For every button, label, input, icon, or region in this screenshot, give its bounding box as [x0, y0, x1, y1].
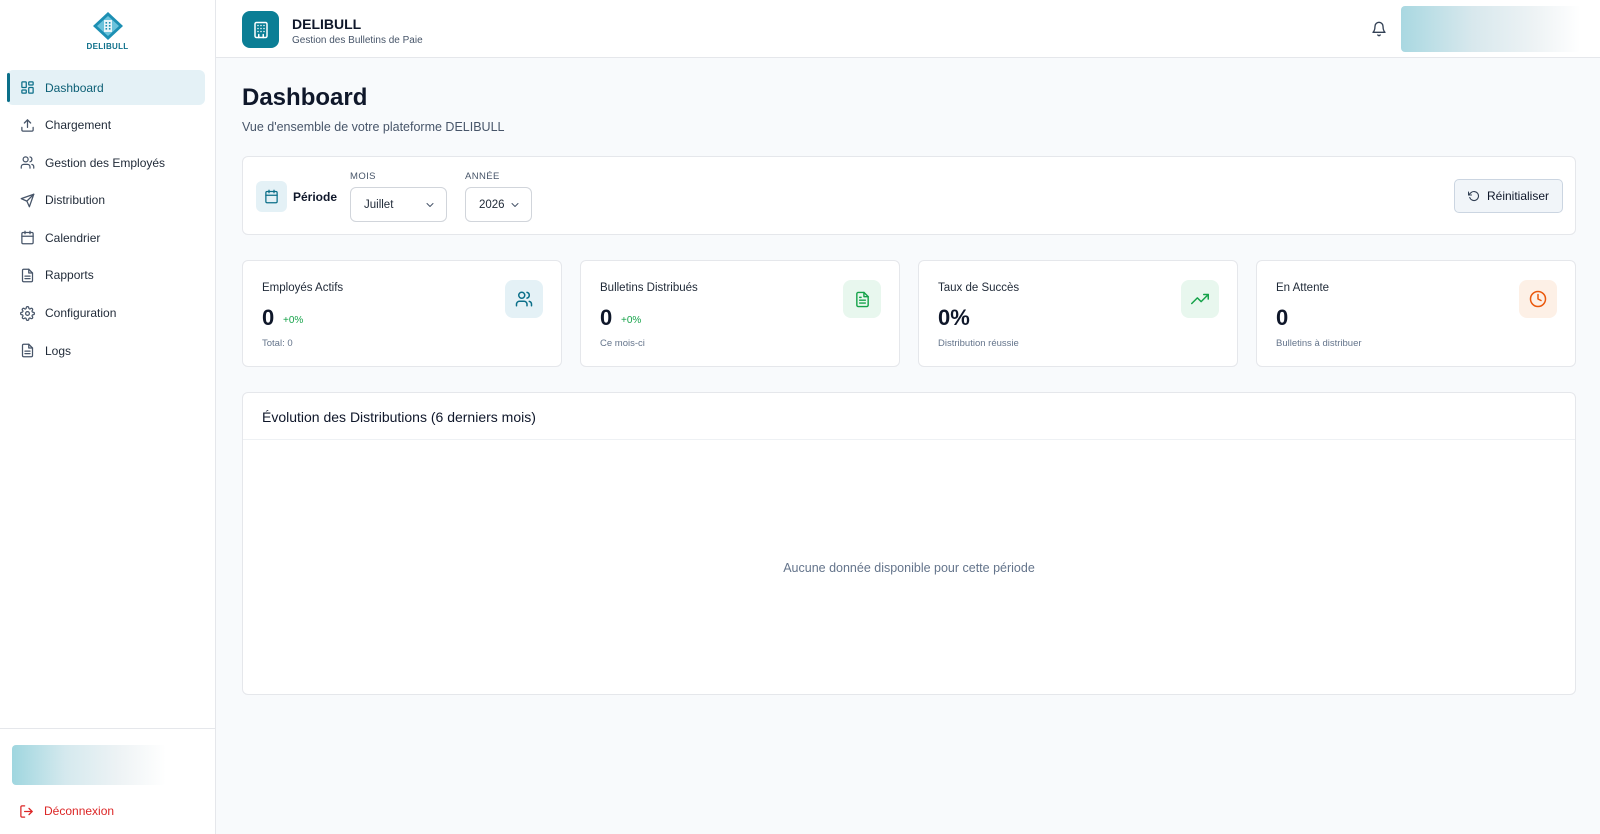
stat-card-en-attente: En Attente 0 Bulletins à distribuer [1256, 260, 1576, 367]
sidebar-item-label: Distribution [45, 193, 106, 208]
stat-value: 0 [1276, 305, 1289, 330]
year-select[interactable]: 2026 [465, 187, 532, 222]
app-subtitle: Gestion des Bulletins de Paie [292, 35, 423, 46]
document-icon [843, 280, 881, 318]
sidebar-item-label: Configuration [45, 306, 117, 321]
sidebar-item-employes[interactable]: Gestion des Employés [7, 145, 205, 180]
calendar-icon [256, 181, 287, 212]
sidebar-footer: Déconnexion [0, 728, 215, 834]
period-label: Période [293, 190, 338, 204]
user-profile-redacted[interactable] [12, 745, 166, 785]
users-icon [505, 280, 543, 318]
users-icon [19, 155, 35, 171]
stat-label: Bulletins Distribués [600, 282, 698, 294]
file-icon [19, 267, 35, 283]
send-icon [19, 192, 35, 208]
sidebar-item-label: Gestion des Employés [45, 155, 166, 170]
app-title: DELIBULL [292, 16, 362, 32]
sidebar-item-label: Logs [45, 343, 72, 358]
year-label: ANNÉE [465, 171, 500, 182]
sidebar: DELIBULL Dashboard Chargement Gestion de… [0, 0, 216, 834]
reset-label: Réinitialiser [1486, 189, 1550, 203]
stat-value: 0 [262, 305, 275, 330]
chart-empty-message: Aucune donnée disponible pour cette péri… [783, 561, 1035, 575]
calendar-icon [19, 230, 35, 246]
logout-icon [19, 803, 35, 819]
file-icon [19, 343, 35, 359]
stat-label: Employés Actifs [262, 282, 344, 294]
distribution-chart-card: Évolution des Distributions (6 derniers … [242, 392, 1576, 695]
sidebar-item-chargement[interactable]: Chargement [7, 108, 205, 143]
rotate-ccw-icon [1467, 190, 1480, 202]
stat-label: Taux de Succès [938, 282, 1020, 294]
clock-icon [1519, 280, 1557, 318]
sidebar-item-calendrier[interactable]: Calendrier [7, 220, 205, 255]
upload-icon [19, 117, 35, 133]
stat-card-taux-succes: Taux de Succès 0% Distribution réussie [918, 260, 1238, 367]
header-user-menu-redacted[interactable] [1401, 6, 1581, 52]
stat-card-bulletins: Bulletins Distribués 0 +0% Ce mois-ci [580, 260, 900, 367]
gear-icon [19, 305, 35, 321]
stat-note: Total: 0 [262, 338, 293, 349]
year-select-value: 2026 [479, 198, 505, 211]
sidebar-item-configuration[interactable]: Configuration [7, 296, 205, 331]
dashboard-icon [19, 80, 35, 96]
stat-value: 0% [938, 305, 970, 330]
chevron-down-icon [509, 199, 521, 211]
stat-delta: +0% [621, 315, 642, 326]
sidebar-item-distribution[interactable]: Distribution [7, 183, 205, 218]
chart-title: Évolution des Distributions (6 derniers … [262, 409, 536, 425]
page-subtitle: Vue d'ensemble de votre plateforme DELIB… [242, 120, 505, 134]
sidebar-item-dashboard[interactable]: Dashboard [7, 70, 205, 105]
month-select-value: Juillet [364, 198, 394, 211]
stat-value: 0 [600, 305, 613, 330]
stat-card-employes: Employés Actifs 0 +0% Total: 0 [242, 260, 562, 367]
main-content: Dashboard Vue d'ensemble de votre platef… [216, 58, 1600, 834]
sidebar-nav: Dashboard Chargement Gestion des Employé… [0, 58, 215, 368]
month-select[interactable]: Juillet [350, 187, 447, 222]
building-icon [242, 11, 279, 48]
logo-text: DELIBULL [86, 42, 129, 51]
period-filter-card: Période MOIS Juillet ANNÉE 2026 Réinitia… [242, 156, 1576, 235]
sidebar-item-label: Calendrier [45, 230, 101, 245]
sidebar-item-logs[interactable]: Logs [7, 333, 205, 368]
stat-label: En Attente [1276, 282, 1330, 294]
bell-icon[interactable] [1371, 21, 1387, 37]
delibull-logo-icon [92, 12, 123, 40]
stat-delta: +0% [283, 315, 304, 326]
app-logo[interactable]: DELIBULL [0, 0, 215, 58]
top-header: DELIBULL Gestion des Bulletins de Paie [216, 0, 1600, 58]
logout-button[interactable]: Déconnexion [19, 803, 114, 819]
divider [243, 439, 1575, 440]
sidebar-item-rapports[interactable]: Rapports [7, 258, 205, 293]
month-label: MOIS [350, 171, 376, 182]
trending-up-icon [1181, 280, 1219, 318]
logout-label: Déconnexion [44, 804, 115, 818]
chevron-down-icon [424, 199, 436, 211]
sidebar-item-label: Rapports [45, 268, 94, 283]
reset-button[interactable]: Réinitialiser [1454, 179, 1563, 213]
stat-note: Distribution réussie [938, 338, 1019, 349]
sidebar-item-label: Dashboard [45, 80, 104, 95]
sidebar-item-label: Chargement [45, 118, 112, 133]
page-title: Dashboard [242, 84, 368, 111]
stat-note: Ce mois-ci [600, 338, 645, 349]
stat-note: Bulletins à distribuer [1276, 338, 1362, 349]
